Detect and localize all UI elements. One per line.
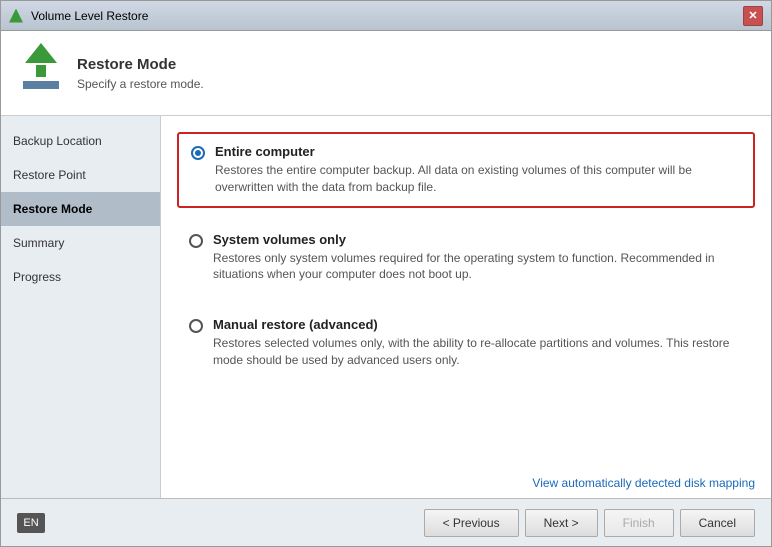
disk-mapping-link-row: View automatically detected disk mapping (532, 475, 755, 490)
footer: EN < Previous Next > Finish Cancel (1, 498, 771, 546)
header-subtitle: Specify a restore mode. (77, 77, 204, 91)
cancel-button[interactable]: Cancel (680, 509, 755, 537)
disk-mapping-link[interactable]: View automatically detected disk mapping (532, 476, 755, 490)
option-entire-computer-title: Entire computer (215, 144, 741, 159)
option-manual-restore[interactable]: Manual restore (advanced) Restores selec… (177, 307, 755, 379)
header-title: Restore Mode (77, 56, 204, 73)
radio-entire-computer[interactable] (191, 146, 205, 160)
close-button[interactable]: ✕ (743, 6, 763, 26)
previous-button[interactable]: < Previous (424, 509, 519, 537)
next-button[interactable]: Next > (525, 509, 598, 537)
option-system-volumes-title: System volumes only (213, 232, 743, 247)
option-manual-restore-desc: Restores selected volumes only, with the… (213, 335, 743, 369)
main-content: Backup Location Restore Point Restore Mo… (1, 116, 771, 498)
option-manual-restore-content: Manual restore (advanced) Restores selec… (213, 317, 743, 369)
sidebar-item-backup-location[interactable]: Backup Location (1, 124, 160, 158)
option-system-volumes-content: System volumes only Restores only system… (213, 232, 743, 284)
window-icon (9, 8, 25, 24)
footer-buttons: < Previous Next > Finish Cancel (424, 509, 755, 537)
main-window: Volume Level Restore ✕ Restore Mode Spec… (0, 0, 772, 547)
option-entire-computer-content: Entire computer Restores the entire comp… (215, 144, 741, 196)
sidebar: Backup Location Restore Point Restore Mo… (1, 116, 161, 498)
option-entire-computer-desc: Restores the entire computer backup. All… (215, 162, 741, 196)
sidebar-item-progress[interactable]: Progress (1, 260, 160, 294)
restore-icon (17, 43, 65, 103)
window-title: Volume Level Restore (31, 9, 743, 23)
locale-badge: EN (17, 513, 45, 533)
header-text: Restore Mode Specify a restore mode. (77, 56, 204, 91)
sidebar-item-restore-point[interactable]: Restore Point (1, 158, 160, 192)
radio-system-volumes[interactable] (189, 234, 203, 248)
content-area: Entire computer Restores the entire comp… (161, 116, 771, 498)
radio-manual-restore[interactable] (189, 319, 203, 333)
title-bar: Volume Level Restore ✕ (1, 1, 771, 31)
header: Restore Mode Specify a restore mode. (1, 31, 771, 116)
option-entire-computer[interactable]: Entire computer Restores the entire comp… (177, 132, 755, 208)
sidebar-item-restore-mode[interactable]: Restore Mode (1, 192, 160, 226)
option-system-volumes-desc: Restores only system volumes required fo… (213, 250, 743, 284)
option-system-volumes[interactable]: System volumes only Restores only system… (177, 222, 755, 294)
option-manual-restore-title: Manual restore (advanced) (213, 317, 743, 332)
sidebar-item-summary[interactable]: Summary (1, 226, 160, 260)
finish-button[interactable]: Finish (604, 509, 674, 537)
